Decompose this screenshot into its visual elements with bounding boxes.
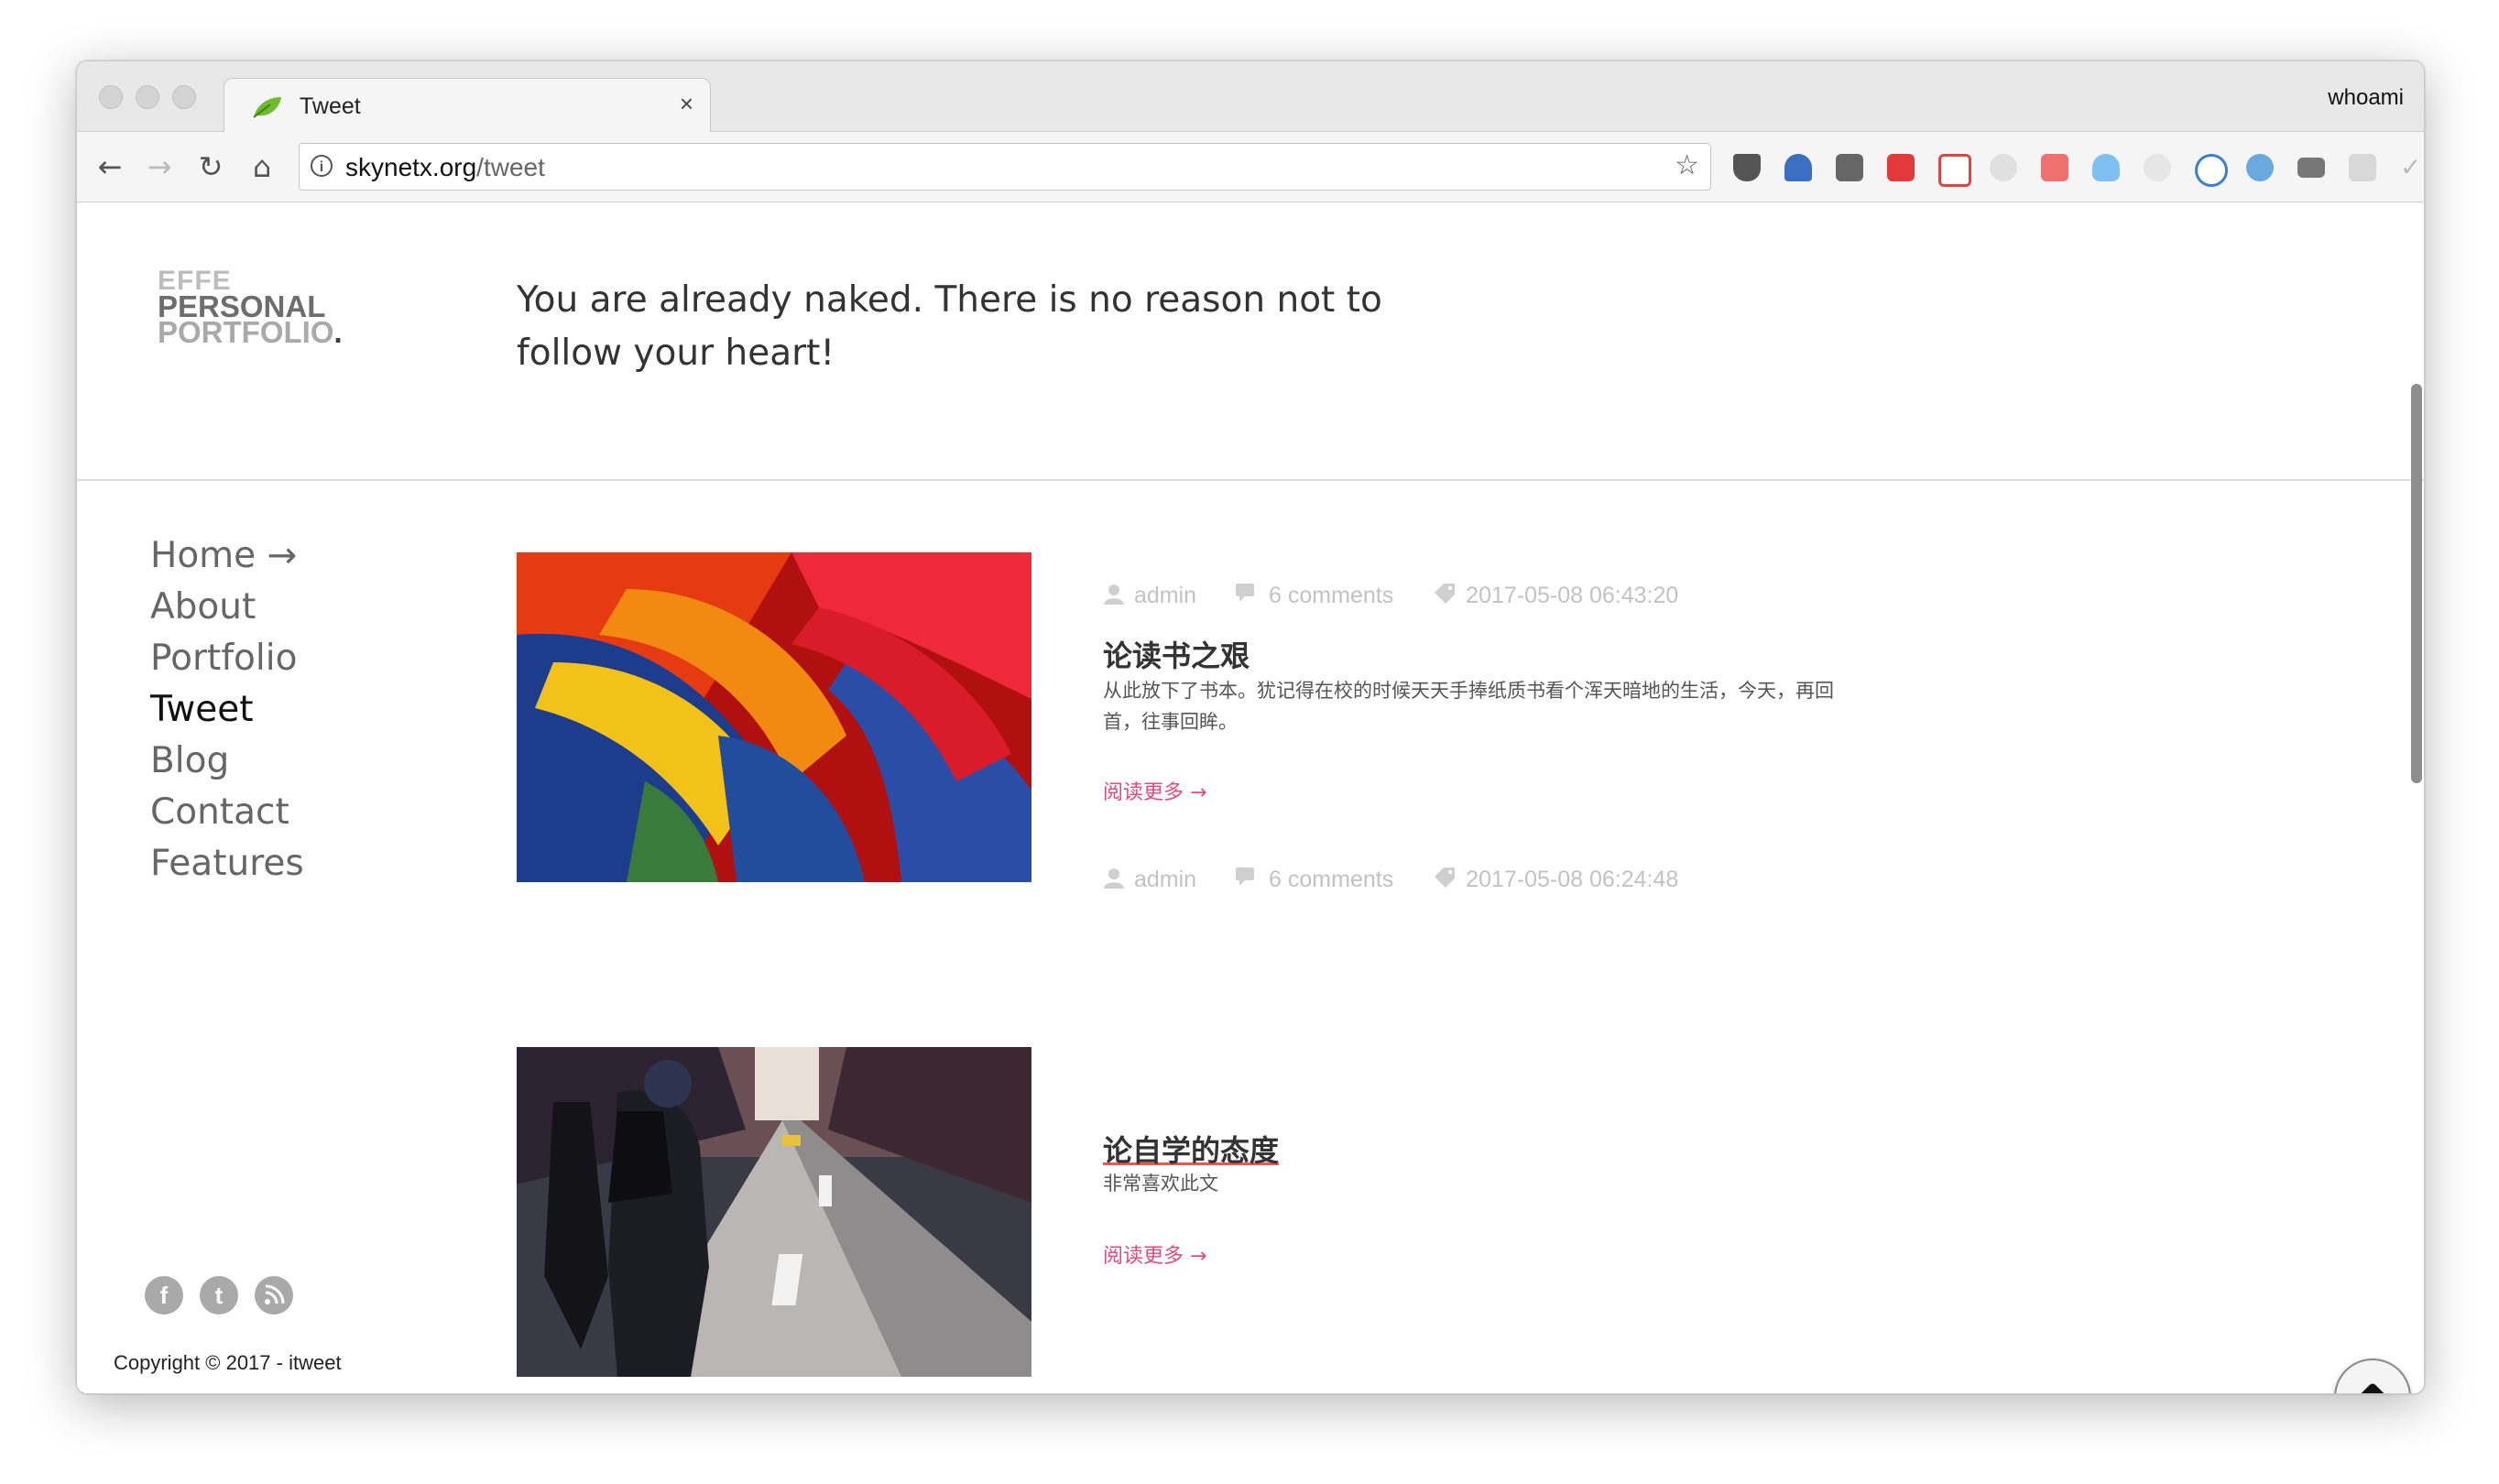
mail-icon[interactable]	[2297, 158, 2325, 178]
close-window-button[interactable]	[99, 85, 123, 109]
post-1-read-more-link[interactable]: 阅读更多 →	[1103, 776, 1206, 805]
browser-window: Tweet × whoami ← → ↻ ⌂ i skynetx.org/twe…	[76, 60, 2425, 1394]
tab-close-icon[interactable]: ×	[680, 90, 693, 118]
shield-icon[interactable]	[2144, 154, 2171, 181]
gear-icon[interactable]	[1990, 154, 2017, 181]
tab-title: Tweet	[300, 93, 361, 119]
zoom-window-button[interactable]	[172, 85, 196, 109]
page-scrollbar[interactable]	[2411, 384, 2422, 783]
profile-name[interactable]: whoami	[2328, 85, 2404, 111]
post-author[interactable]: admin	[1134, 867, 1196, 892]
home-icon[interactable]: ⌂	[244, 148, 280, 185]
copyright-text: Copyright © 2017 - itweet	[114, 1351, 342, 1374]
site-header: EFFE PERSONAL PORTFOLIO. You are already…	[77, 202, 2424, 481]
cloud-icon[interactable]	[2092, 154, 2120, 181]
moon-icon[interactable]	[2195, 154, 2228, 187]
twitter-icon[interactable]: t	[200, 1276, 238, 1315]
pocket-icon[interactable]	[1733, 154, 1761, 181]
url-text[interactable]: skynetx.org/tweet	[345, 153, 545, 182]
post-1-excerpt: 从此放下了书本。犹记得在校的时候天天手捧纸质书看个浑天暗地的生活，今天，再回首，…	[1103, 680, 1834, 733]
post-comments-link[interactable]: 6 comments	[1269, 867, 1393, 892]
main-navigation: Home → About Portfolio Tweet Blog Contac…	[150, 530, 304, 889]
post-1-image[interactable]	[517, 552, 1031, 882]
tab-tweet[interactable]: Tweet ×	[224, 78, 711, 134]
site-tagline: You are already naked. There is no reaso…	[517, 279, 1382, 374]
minimize-window-button[interactable]	[136, 85, 159, 109]
comments-icon	[1236, 584, 1260, 610]
nav-item-features[interactable]: Features	[150, 838, 304, 889]
evernote-icon[interactable]	[1836, 154, 1863, 181]
post-author[interactable]: admin	[1134, 583, 1196, 608]
post-2-meta: admin 6 comments 2017-05-08 06:24:48	[1103, 866, 1711, 896]
post-2-read-more-link[interactable]: 阅读更多 →	[1103, 1239, 1206, 1269]
post-date: 2017-05-08 06:24:48	[1466, 867, 1679, 893]
reload-icon[interactable]: ↻	[192, 148, 229, 185]
post-1-meta: admin 6 comments 2017-05-08 06:43:20	[1103, 582, 1711, 612]
post-date: 2017-05-08 06:43:20	[1466, 583, 1679, 609]
bookmark-star-icon[interactable]: ☆	[1675, 149, 1699, 181]
tab-bar: Tweet × whoami	[77, 61, 2424, 134]
plus-icon[interactable]	[1938, 154, 1971, 187]
facebook-icon[interactable]: f	[145, 1276, 183, 1315]
nav-item-contact[interactable]: Contact	[150, 787, 304, 838]
nav-item-portfolio[interactable]: Portfolio	[150, 633, 304, 684]
post-comments-link[interactable]: 6 comments	[1269, 583, 1393, 608]
nav-item-blog[interactable]: Blog	[150, 736, 304, 787]
post-1-title[interactable]: 论读书之艰	[1103, 633, 1250, 675]
y-icon[interactable]	[1784, 154, 1812, 181]
tag-icon	[1433, 582, 1457, 612]
back-icon[interactable]: ←	[92, 148, 128, 185]
forward-icon[interactable]: →	[141, 148, 178, 185]
nav-item-home[interactable]: Home →	[150, 530, 304, 582]
site-logo[interactable]: EFFE PERSONAL PORTFOLIO.	[158, 267, 343, 348]
post-2-title[interactable]: 论自学的态度	[1103, 1128, 1279, 1170]
tag-icon	[1433, 866, 1457, 896]
feathers-image	[517, 552, 1031, 882]
compass-icon[interactable]	[2246, 154, 2274, 181]
chevron-up-icon	[2361, 1383, 2384, 1393]
post-2-image[interactable]	[517, 1047, 1031, 1377]
nav-item-tweet[interactable]: Tweet	[150, 684, 304, 736]
post-2-excerpt: 非常喜欢此文	[1103, 1173, 1218, 1195]
leaf-favicon-icon	[253, 97, 281, 118]
qr-icon[interactable]	[2349, 154, 2376, 181]
comments-icon	[1236, 867, 1260, 894]
address-bar[interactable]: i skynetx.org/tweet ☆	[299, 143, 1711, 191]
browser-toolbar: ← → ↻ ⌂ i skynetx.org/tweet ☆ ✓	[77, 132, 2424, 202]
check-icon[interactable]: ✓	[2400, 154, 2424, 181]
fe-icon[interactable]	[1887, 154, 1915, 181]
user-icon	[1103, 583, 1125, 611]
info-icon[interactable]: i	[311, 155, 333, 177]
rss-icon[interactable]	[255, 1276, 293, 1315]
nav-item-about[interactable]: About	[150, 582, 304, 633]
user-icon	[1103, 867, 1125, 895]
web-page: EFFE PERSONAL PORTFOLIO. You are already…	[77, 202, 2424, 1393]
red-icon[interactable]	[2041, 154, 2068, 181]
back-to-top-button[interactable]	[2334, 1359, 2411, 1393]
street-image	[517, 1047, 1031, 1377]
